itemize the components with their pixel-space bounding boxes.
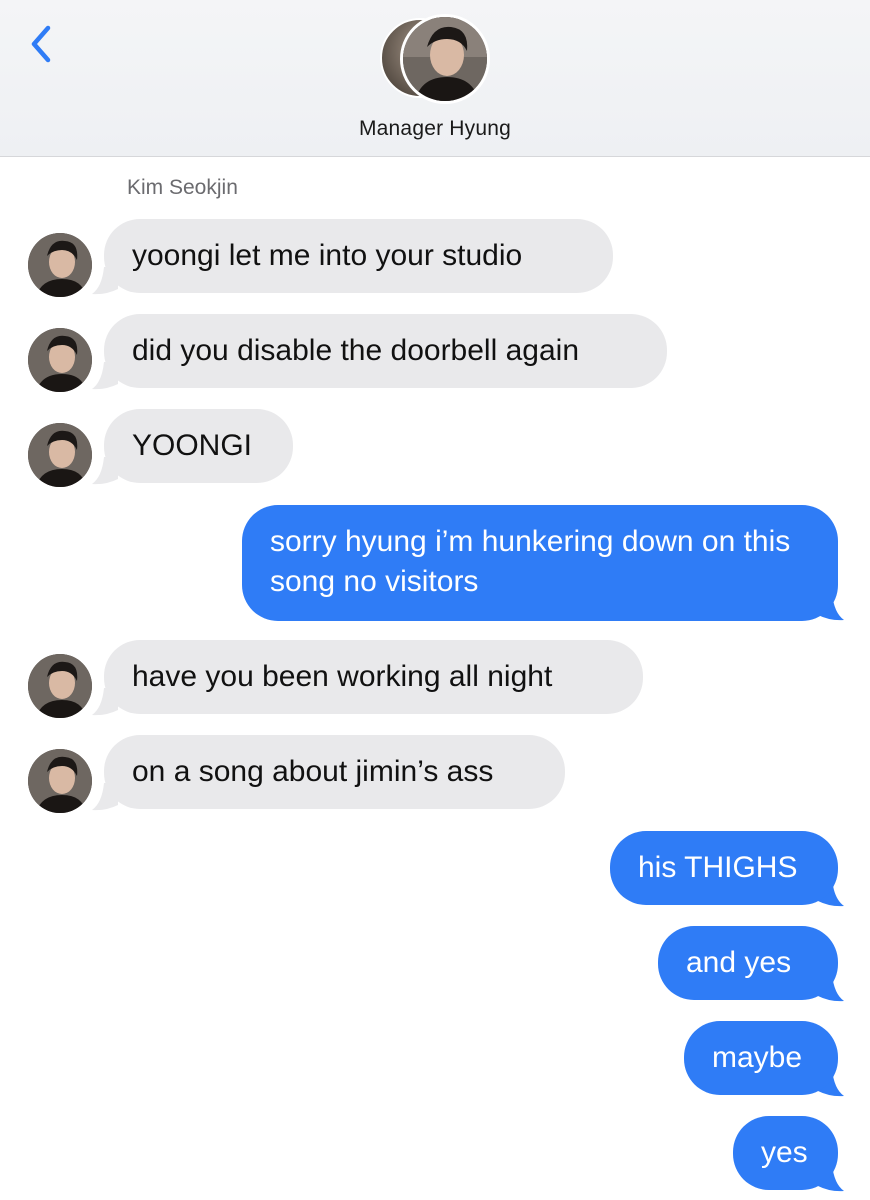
message-row: and yes bbox=[0, 926, 870, 1002]
message-row: have you been working all night bbox=[0, 640, 870, 718]
contact-avatar bbox=[400, 14, 490, 104]
sender-avatar bbox=[28, 233, 92, 297]
sender-name: Kim Seokjin bbox=[127, 176, 238, 199]
avatar-photo-icon bbox=[28, 654, 92, 718]
message-row: maybe bbox=[0, 1021, 870, 1097]
conversation-header: Manager Hyung bbox=[0, 0, 870, 157]
contact-avatar-group[interactable] bbox=[380, 14, 492, 104]
message-row: YOONGI bbox=[0, 409, 870, 487]
avatar-photo-icon bbox=[28, 328, 92, 392]
message-bubble-incoming[interactable]: have you been working all night bbox=[104, 640, 643, 714]
message-row: sorry hyung i’m hunkering down on this s… bbox=[0, 505, 870, 621]
avatar-photo-icon bbox=[403, 17, 487, 101]
message-row: yes bbox=[0, 1116, 870, 1192]
message-row: on a song about jimin’s ass bbox=[0, 735, 870, 813]
sender-avatar bbox=[28, 654, 92, 718]
message-bubble-outgoing[interactable]: maybe bbox=[684, 1021, 838, 1095]
chevron-left-icon bbox=[31, 25, 51, 63]
message-bubble-incoming[interactable]: yoongi let me into your studio bbox=[104, 219, 613, 293]
message-bubble-outgoing[interactable]: sorry hyung i’m hunkering down on this s… bbox=[242, 505, 838, 621]
message-bubble-outgoing[interactable]: yes bbox=[733, 1116, 838, 1190]
avatar-photo-icon bbox=[28, 233, 92, 297]
avatar-photo-icon bbox=[28, 423, 92, 487]
message-row: his THIGHS bbox=[0, 831, 870, 907]
sender-avatar bbox=[28, 749, 92, 813]
message-row: yoongi let me into your studio bbox=[0, 219, 870, 297]
message-bubble-incoming[interactable]: did you disable the doorbell again bbox=[104, 314, 667, 388]
message-bubble-outgoing[interactable]: and yes bbox=[658, 926, 838, 1000]
sender-avatar bbox=[28, 423, 92, 487]
contact-name[interactable]: Manager Hyung bbox=[0, 117, 870, 141]
message-bubble-incoming[interactable]: YOONGI bbox=[104, 409, 293, 483]
avatar-photo-icon bbox=[28, 749, 92, 813]
back-button[interactable] bbox=[22, 22, 62, 66]
message-row: did you disable the doorbell again bbox=[0, 314, 870, 392]
sender-avatar bbox=[28, 328, 92, 392]
message-bubble-outgoing[interactable]: his THIGHS bbox=[610, 831, 838, 905]
message-bubble-incoming[interactable]: on a song about jimin’s ass bbox=[104, 735, 565, 809]
